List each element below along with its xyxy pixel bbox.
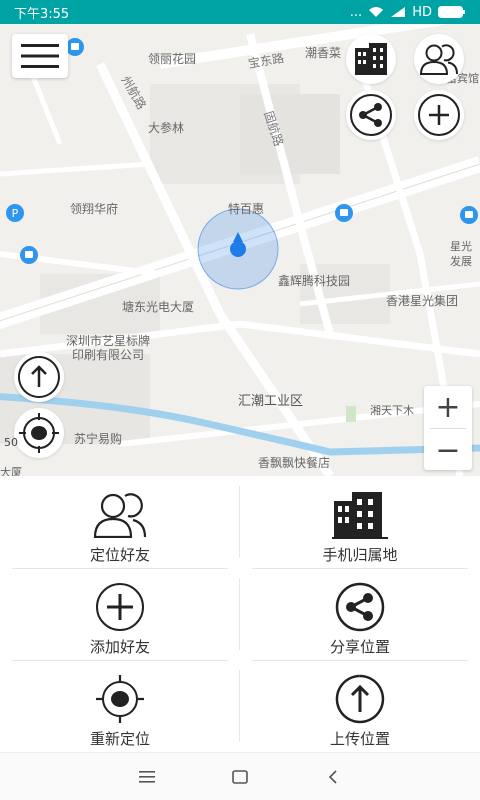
back-chevron-icon [329, 769, 337, 784]
share-location-tile[interactable]: 分享位置 [240, 568, 480, 660]
map-label: 香港星光集团 [386, 294, 459, 308]
map-label: 领丽花园 [148, 52, 197, 66]
bus-stop-icon[interactable] [20, 246, 38, 264]
zoom-control: + − [424, 386, 472, 470]
map-label: 发展 [450, 255, 472, 268]
building-icon [332, 492, 388, 539]
divider [252, 660, 468, 661]
tile-label: 定位好友 [89, 546, 150, 564]
tile-label: 添加好友 [89, 638, 150, 656]
battery-icon [438, 6, 465, 18]
network-type: HD [412, 4, 432, 20]
share-location-button[interactable] [346, 90, 396, 140]
share-icon [350, 94, 392, 136]
zoom-out-button[interactable]: − [424, 429, 472, 471]
map-label: 潮香菜 [305, 46, 342, 60]
signal-icon [391, 7, 406, 17]
crosshair-icon [19, 413, 59, 453]
function-grid: 定位好友 手机归属地 添加好友 分享位置 重新定位 上传位置 [0, 476, 480, 752]
divider [12, 660, 228, 661]
building-icon [355, 43, 387, 75]
phone-location-button[interactable] [346, 34, 396, 84]
users-icon [419, 44, 458, 75]
map-label: 印刷有限公司 [72, 348, 145, 362]
system-nav-bar [0, 752, 480, 800]
map-label: 大参林 [148, 121, 185, 135]
home-square-icon [232, 769, 248, 784]
map-label: 领翔华府 [70, 202, 119, 216]
divider [239, 486, 240, 558]
upload-location-button[interactable] [14, 352, 64, 402]
menu-button[interactable] [12, 34, 68, 78]
parking-icon[interactable]: P [6, 204, 24, 222]
map-label: 大厦 [0, 466, 22, 476]
map-label: 香飘飘快餐店 [258, 456, 331, 470]
upload-arrow-icon [18, 356, 60, 398]
relocate-tile[interactable]: 重新定位 [0, 660, 240, 752]
bus-stop-icon[interactable] [460, 206, 478, 224]
map-label: 汇潮工业区 [238, 394, 304, 409]
divider [12, 568, 228, 569]
wifi-icon [369, 7, 384, 17]
tile-label: 上传位置 [329, 730, 390, 748]
divider [239, 670, 240, 742]
svg-text:P: P [12, 207, 19, 220]
map-label: 鑫辉腾科技园 [278, 274, 351, 288]
tile-label: 重新定位 [89, 730, 150, 748]
upload-location-tile[interactable]: 上传位置 [240, 660, 480, 752]
crosshair-icon [96, 675, 144, 723]
status-dots: ... [349, 4, 363, 20]
status-icons: ... HD [350, 5, 466, 20]
tile-label: 分享位置 [329, 638, 390, 656]
divider [239, 578, 240, 650]
users-icon [93, 493, 147, 538]
phone-location-tile[interactable]: 手机归属地 [240, 476, 480, 568]
add-friend-tile[interactable]: 添加好友 [0, 568, 240, 660]
status-bar: 下午3:55 ... HD [0, 0, 480, 24]
nav-menu-button[interactable] [127, 757, 167, 797]
locate-friends-button[interactable] [414, 34, 464, 84]
menu-lines-icon [138, 770, 155, 783]
map-label: 星光 [450, 240, 472, 253]
divider [252, 568, 468, 569]
share-icon [335, 582, 385, 632]
tile-label: 手机归属地 [322, 546, 398, 564]
map-scale-label: 50 [4, 436, 18, 449]
status-time: 下午3:55 [14, 6, 70, 22]
add-friend-button[interactable] [414, 90, 464, 140]
map-label: 特百惠 [228, 202, 265, 216]
locate-friends-tile[interactable]: 定位好友 [0, 476, 240, 568]
relocate-button[interactable] [14, 408, 64, 458]
plus-circle-icon [418, 94, 460, 136]
map-view[interactable]: P 领丽花园 宝东路 潮香菜 富宾馆 州航路 大参林 固航路 领翔华府 特百惠 … [0, 24, 480, 476]
nav-home-button[interactable] [220, 757, 260, 797]
zoom-in-button[interactable]: + [424, 386, 472, 428]
map-label: 塘东光电大厦 [122, 300, 195, 314]
hamburger-icon [21, 44, 59, 68]
upload-arrow-icon [335, 674, 385, 724]
bus-stop-icon[interactable] [335, 204, 353, 222]
nav-back-button[interactable] [313, 757, 353, 797]
map-label: 湘天下木 [370, 404, 414, 417]
map-label: 苏宁易购 [74, 432, 123, 446]
plus-circle-icon [96, 583, 144, 631]
bus-stop-icon[interactable] [66, 38, 84, 56]
